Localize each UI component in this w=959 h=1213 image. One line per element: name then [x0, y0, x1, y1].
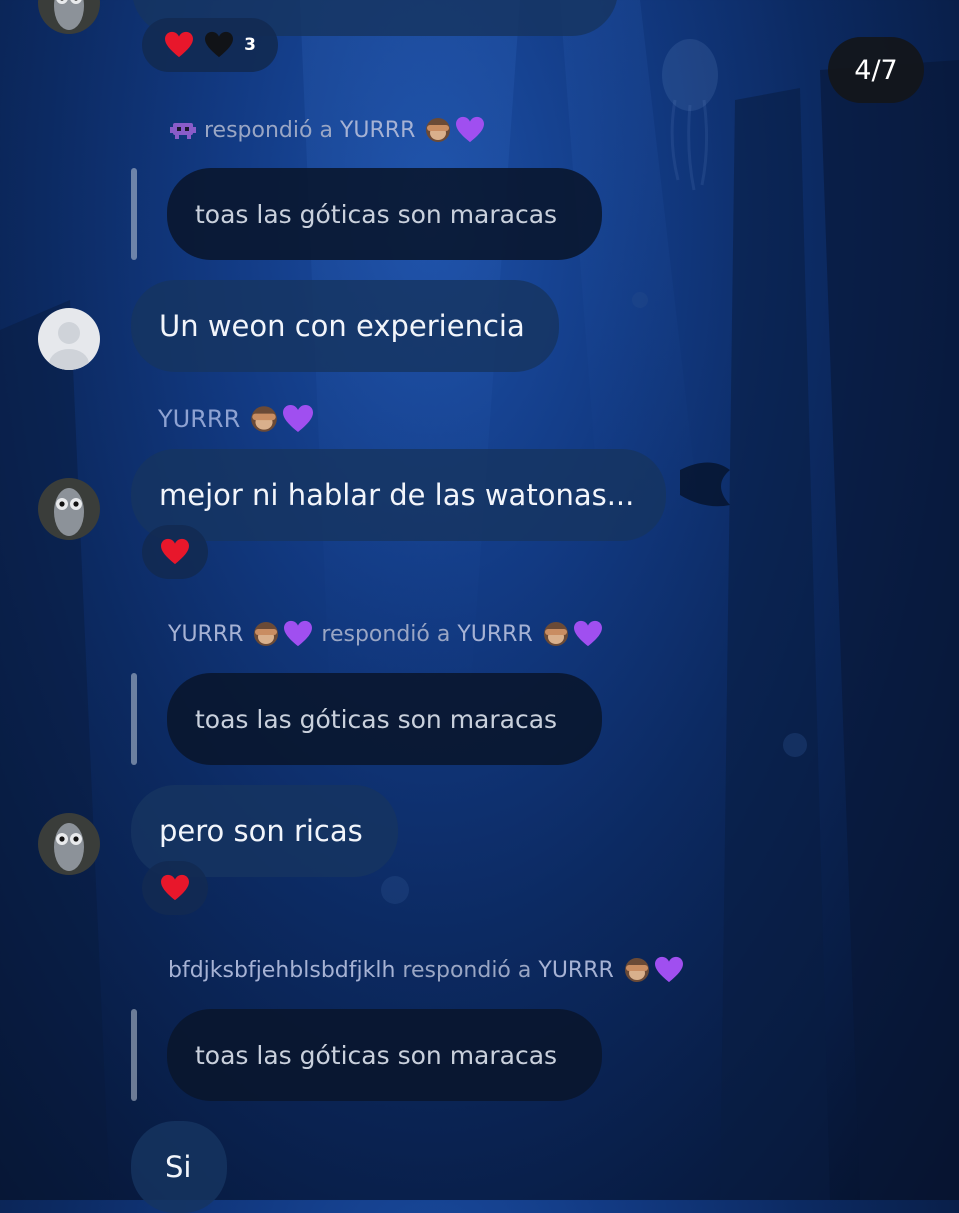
- red-heart-icon: [161, 538, 189, 565]
- quoted-message-text: toas las góticas son maracas: [195, 704, 558, 734]
- purple-heart-icon: [573, 620, 602, 647]
- default-user-icon: [38, 308, 100, 370]
- see-no-evil-monkey-icon: [251, 406, 278, 432]
- avatar-photo-icon: [38, 813, 100, 875]
- see-no-evil-monkey-icon: [543, 622, 568, 646]
- message-bubble[interactable]: Un weon con experiencia: [131, 280, 559, 372]
- see-no-evil-monkey-icon: [254, 622, 279, 646]
- chat-screen: 3 4/7 respondió a YURRR toas las góticas…: [0, 0, 959, 1213]
- message-text: Un weon con experiencia: [159, 308, 525, 343]
- quoted-message-text: toas las góticas son maracas: [195, 1040, 558, 1070]
- reply-label: respondió a YURRR: [170, 116, 485, 144]
- message-text: pero son ricas: [159, 813, 363, 848]
- message-text: Si: [165, 1149, 192, 1184]
- red-heart-icon: [165, 31, 194, 58]
- quote-bar: [131, 168, 137, 260]
- see-no-evil-monkey-icon: [624, 958, 649, 982]
- reply-action: respondió a: [321, 621, 451, 647]
- message-text: mejor ni hablar de las watonas...: [159, 477, 635, 512]
- reply-sender: YURRR: [168, 621, 244, 647]
- quoted-message-bubble[interactable]: toas las góticas son maracas: [167, 1009, 602, 1101]
- red-heart-icon: [161, 874, 189, 901]
- message-bubble[interactable]: mejor ni hablar de las watonas...: [131, 449, 666, 541]
- avatar[interactable]: [38, 478, 100, 540]
- sender-name-text: YURRR: [158, 405, 241, 433]
- alien-monster-icon: [170, 123, 196, 139]
- black-heart-icon: [205, 31, 234, 58]
- avatar[interactable]: [38, 813, 100, 875]
- reply-label: YURRR respondió a YURRR: [168, 620, 603, 648]
- avatar-photo-icon: [38, 478, 100, 540]
- reply-sender: bfdjksbfjehblsbdfjklh: [168, 957, 396, 983]
- message-bubble[interactable]: Si: [131, 1121, 227, 1213]
- quoted-message-bubble[interactable]: toas las góticas son maracas: [167, 168, 602, 260]
- see-no-evil-monkey-icon: [426, 118, 451, 142]
- reply-label: bfdjksbfjehblsbdfjklh respondió a YURRR: [168, 956, 684, 984]
- reaction-count: 3: [244, 35, 256, 55]
- reactions-bar[interactable]: 3: [142, 18, 278, 72]
- avatar-default[interactable]: [38, 308, 100, 370]
- quote-bar: [131, 1009, 137, 1101]
- avatar[interactable]: [38, 0, 100, 34]
- reply-action: respondió a: [204, 117, 333, 143]
- reply-target: YURRR: [339, 117, 416, 143]
- purple-heart-icon: [283, 405, 314, 432]
- reactions-bar[interactable]: [142, 525, 208, 579]
- story-counter: 4/7: [828, 37, 924, 103]
- reply-target: YURRR: [538, 957, 614, 983]
- avatar-photo-icon: [38, 0, 100, 34]
- purple-heart-icon: [284, 620, 313, 647]
- purple-heart-icon: [654, 956, 683, 983]
- reactions-bar[interactable]: [142, 861, 208, 915]
- sender-name: YURRR: [158, 404, 314, 434]
- reply-action: respondió a: [402, 957, 532, 983]
- purple-heart-icon: [456, 116, 485, 143]
- quoted-message-text: toas las góticas son maracas: [195, 199, 558, 229]
- quoted-message-bubble[interactable]: toas las góticas son maracas: [167, 673, 602, 765]
- reply-target: YURRR: [457, 621, 533, 647]
- quote-bar: [131, 673, 137, 765]
